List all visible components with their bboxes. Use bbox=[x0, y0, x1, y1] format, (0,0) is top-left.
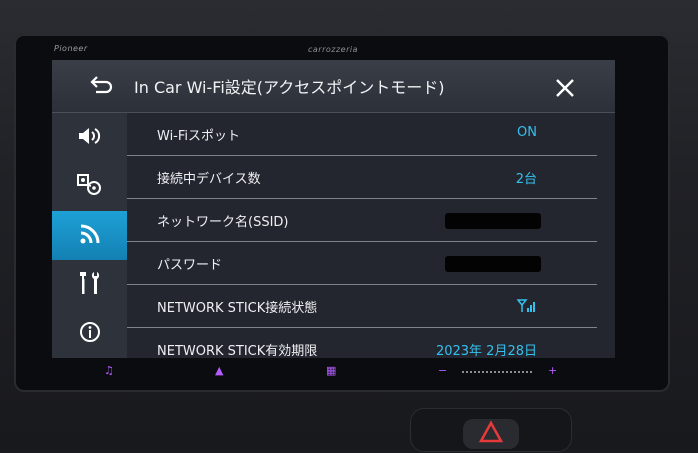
row-label: NETWORK STICK有効期限 bbox=[157, 344, 318, 358]
sidebar-item-tools[interactable] bbox=[52, 260, 127, 309]
volume-icon bbox=[77, 126, 103, 150]
navigation-icon[interactable]: ▲ bbox=[215, 364, 223, 377]
row-value: 2台 bbox=[515, 172, 537, 187]
volume-minus-button[interactable]: − bbox=[438, 364, 447, 377]
list-item-wifi-spot[interactable]: Wi-Fiスポット ON bbox=[127, 113, 597, 156]
row-value: ON bbox=[517, 125, 537, 140]
close-icon[interactable] bbox=[554, 77, 576, 99]
list-item-connected-devices[interactable]: 接続中デバイス数 2台 bbox=[127, 156, 597, 199]
back-icon[interactable] bbox=[88, 74, 114, 96]
hazard-icon bbox=[478, 420, 504, 443]
wifi-icon bbox=[77, 221, 103, 251]
row-label: Wi-Fiスポット bbox=[157, 129, 241, 144]
hardware-button-bar: ♫ ▲ ▦ − + bbox=[52, 362, 615, 382]
brand-logo-center: carrozzeria bbox=[308, 45, 359, 54]
list-item-ssid[interactable]: ネットワーク名(SSID) bbox=[127, 199, 597, 242]
sidebar bbox=[52, 113, 127, 358]
signal-icon bbox=[516, 298, 537, 317]
list-item-stick-expiry[interactable]: NETWORK STICK有効期限 2023年 2月28日 bbox=[127, 328, 597, 358]
volume-level-dots bbox=[462, 371, 532, 373]
volume-plus-button[interactable]: + bbox=[548, 364, 557, 377]
list-item-stick-status[interactable]: NETWORK STICK接続状態 bbox=[127, 285, 597, 328]
hazard-button[interactable] bbox=[463, 419, 519, 449]
hazard-panel bbox=[410, 408, 572, 452]
row-label: 接続中デバイス数 bbox=[157, 172, 261, 187]
row-label: ネットワーク名(SSID) bbox=[157, 215, 289, 230]
sidebar-item-wifi[interactable] bbox=[52, 211, 127, 260]
redacted-value bbox=[445, 256, 541, 272]
devices-icon bbox=[76, 173, 104, 201]
tools-icon bbox=[78, 270, 102, 300]
info-icon bbox=[79, 321, 101, 347]
brand-logo-left: Pioneer bbox=[54, 44, 88, 53]
settings-list: Wi-Fiスポット ON 接続中デバイス数 2台 ネットワーク名(SSID) パ… bbox=[127, 113, 615, 358]
sidebar-item-sound[interactable] bbox=[52, 113, 127, 162]
row-value: 2023年 2月28日 bbox=[435, 344, 537, 358]
music-icon[interactable]: ♫ bbox=[104, 364, 114, 377]
menu-grid-icon[interactable]: ▦ bbox=[326, 364, 336, 377]
redacted-value bbox=[445, 213, 541, 229]
sidebar-item-info[interactable] bbox=[52, 309, 127, 358]
header-bar: In Car Wi-Fi設定(アクセスポイントモード) bbox=[52, 60, 615, 113]
row-label: パスワード bbox=[157, 258, 223, 273]
display-screen: In Car Wi-Fi設定(アクセスポイントモード) Wi-Fiスポット ON… bbox=[52, 60, 615, 358]
sidebar-item-devices[interactable] bbox=[52, 162, 127, 211]
row-label: NETWORK STICK接続状態 bbox=[157, 301, 318, 316]
list-item-password[interactable]: パスワード bbox=[127, 242, 597, 285]
page-title: In Car Wi-Fi設定(アクセスポイントモード) bbox=[134, 78, 445, 97]
